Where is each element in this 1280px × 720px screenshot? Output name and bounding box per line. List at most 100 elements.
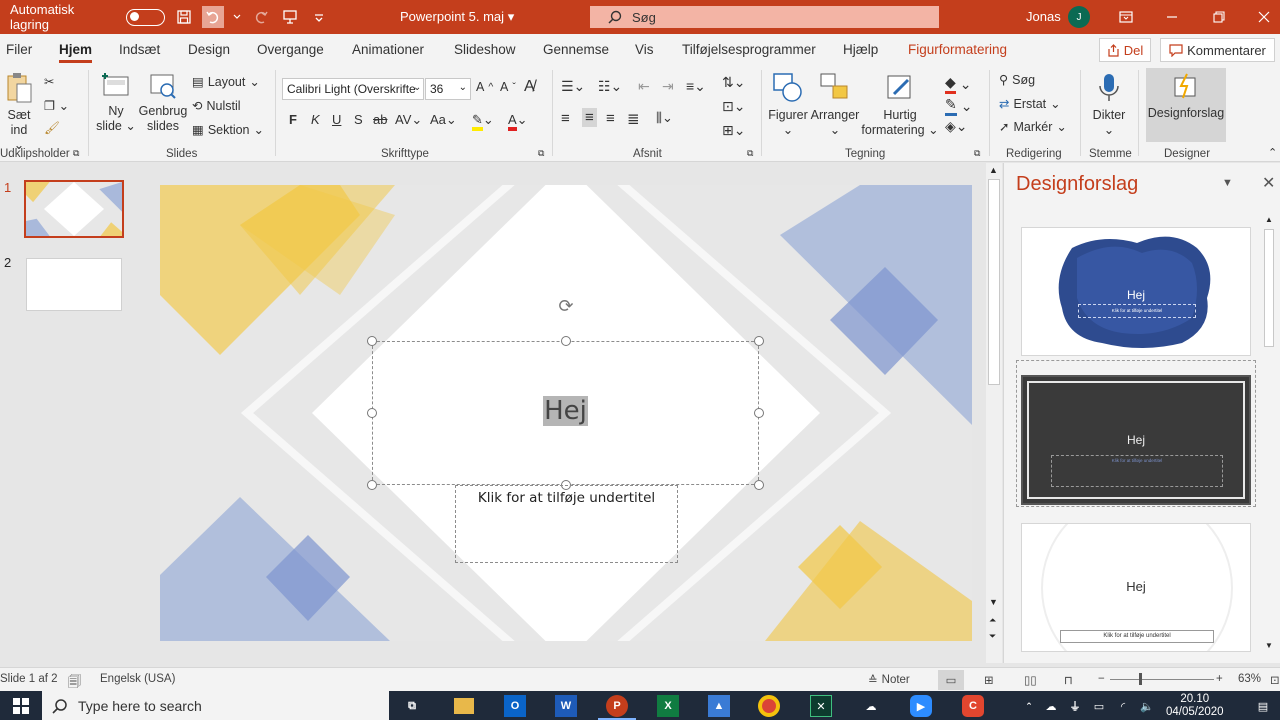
app-icon[interactable]: ☁	[860, 695, 882, 717]
section-button[interactable]: ▦ Sektion ⌄	[192, 122, 264, 138]
clock[interactable]: 20.10 04/05/2020	[1166, 693, 1224, 719]
present-from-start-icon[interactable]	[279, 6, 300, 28]
shape-outline-icon[interactable]: ✎ ⌄	[945, 96, 972, 116]
slide-thumbnail-1[interactable]	[24, 180, 124, 238]
align-text-icon[interactable]: ⊡⌄	[722, 98, 745, 115]
search-box[interactable]: Søg	[590, 6, 939, 28]
document-title[interactable]: Powerpoint 5. maj ▾	[400, 9, 514, 25]
task-view-icon[interactable]: ⧉	[401, 695, 423, 717]
undo-dropdown-icon[interactable]	[232, 6, 242, 28]
design-suggestion-2[interactable]: Hej Klik for at tilføje undertitel	[1021, 375, 1251, 505]
dialog-launcher-icon[interactable]: ⧉	[747, 148, 753, 159]
tab-view[interactable]: Vis	[635, 42, 654, 57]
clear-formatting-icon[interactable]: A̸	[524, 78, 535, 96]
slide-thumbnail-2[interactable]	[26, 258, 122, 311]
excel-icon[interactable]: X	[657, 695, 679, 717]
tab-transitions[interactable]: Overgange	[257, 42, 324, 57]
taskbar-search[interactable]: Type here to search	[42, 691, 389, 720]
resize-handle[interactable]	[367, 480, 377, 490]
rotate-handle-icon[interactable]: ⟳	[556, 296, 576, 316]
shape-effects-icon[interactable]: ◈⌄	[945, 118, 968, 135]
outlook-icon[interactable]: O	[504, 695, 526, 717]
next-slide-icon[interactable]: ⏷	[989, 631, 996, 642]
new-slide-button[interactable]: Ny slide ⌄	[96, 72, 136, 134]
tab-review[interactable]: Gennemse	[543, 42, 609, 57]
pane-options-icon[interactable]: ▼	[1222, 177, 1233, 189]
title-placeholder[interactable]: Hej	[372, 341, 759, 485]
resize-handle[interactable]	[754, 336, 764, 346]
show-hidden-icons-icon[interactable]: ⌃	[1018, 695, 1040, 717]
tab-insert[interactable]: Indsæt	[119, 42, 160, 57]
text-direction-icon[interactable]: ⇅⌄	[722, 74, 745, 91]
layout-button[interactable]: ▤ Layout ⌄	[192, 74, 260, 90]
notification-icon[interactable]: ▤	[1252, 695, 1274, 717]
close-pane-icon[interactable]: ✕	[1262, 173, 1275, 193]
decrease-indent-icon[interactable]: ⇤	[638, 78, 650, 95]
redo-icon[interactable]	[250, 6, 271, 28]
tab-shape-format[interactable]: Figurformatering	[908, 42, 1007, 57]
scroll-up-icon[interactable]: ▲	[989, 165, 998, 175]
justify-icon[interactable]: ≣	[627, 110, 640, 128]
tab-home[interactable]: Hjem	[59, 42, 93, 63]
app-icon[interactable]: ✕	[810, 695, 832, 717]
battery-icon[interactable]: ▭	[1088, 695, 1110, 717]
align-center-icon[interactable]: ≡	[582, 108, 597, 127]
find-button[interactable]: ⚲ Søg	[999, 72, 1035, 88]
design-ideas-button[interactable]: Designforslag	[1146, 68, 1226, 142]
resize-handle[interactable]	[367, 336, 377, 346]
autosave-toggle[interactable]	[126, 8, 165, 26]
arrange-button[interactable]: Arranger ⌄	[810, 72, 860, 138]
dialog-launcher-icon[interactable]: ⧉	[538, 148, 544, 159]
align-left-icon[interactable]: ≡	[561, 110, 570, 127]
increase-indent-icon[interactable]: ⇥	[662, 78, 674, 95]
undo-icon[interactable]	[202, 6, 224, 28]
minimize-icon[interactable]	[1163, 8, 1181, 26]
file-explorer-icon[interactable]	[454, 698, 474, 714]
align-right-icon[interactable]: ≡	[606, 110, 615, 127]
reading-view-icon[interactable]: ▯▯	[1024, 673, 1037, 687]
dictate-button[interactable]: Dikter ⌄	[1090, 72, 1128, 138]
zoom-out-icon[interactable]: −	[1098, 673, 1105, 685]
scroll-up-icon[interactable]: ▲	[1265, 215, 1273, 224]
slide-canvas[interactable]: Hej ⟳ Klik for at tilføje undertitel	[160, 185, 972, 641]
cut-icon[interactable]: ✂	[44, 74, 54, 89]
line-spacing-icon[interactable]: ≡⌄	[686, 78, 706, 95]
ribbon-display-options-icon[interactable]	[1117, 8, 1135, 26]
columns-icon[interactable]: ⫼⌄	[656, 110, 673, 126]
app-icon[interactable]: C	[962, 695, 984, 717]
zoom-app-icon[interactable]: ▶	[910, 695, 932, 717]
underline-button[interactable]: U	[332, 112, 341, 127]
save-icon[interactable]	[173, 6, 194, 28]
notes-button[interactable]: ≙ Noter	[868, 673, 910, 687]
scroll-down-icon[interactable]: ▼	[989, 597, 998, 607]
dialog-launcher-icon[interactable]: ⧉	[974, 148, 980, 159]
windows-start-icon[interactable]	[10, 695, 32, 717]
close-icon[interactable]	[1255, 8, 1273, 26]
tab-slideshow[interactable]: Slideshow	[454, 42, 516, 57]
font-size-select[interactable]: 36 ⌄	[425, 78, 471, 100]
normal-view-icon[interactable]: ▭	[938, 670, 964, 690]
tab-animations[interactable]: Animationer	[352, 42, 424, 57]
numbering-icon[interactable]: ☷⌄	[598, 78, 622, 95]
increase-font-size-icon[interactable]: A ^	[476, 80, 493, 94]
collapse-ribbon-icon[interactable]: ⌃	[1268, 146, 1277, 159]
smartart-icon[interactable]: ⊞⌄	[722, 122, 745, 139]
resize-handle[interactable]	[367, 408, 377, 418]
fit-to-window-icon[interactable]: ⊡	[1270, 673, 1280, 687]
select-button[interactable]: ➚ Markér ⌄	[999, 119, 1067, 135]
photos-icon[interactable]: ▲	[708, 695, 730, 717]
quick-styles-button[interactable]: Hurtig formatering ⌄	[860, 72, 940, 138]
onedrive-icon[interactable]: ☁	[1040, 695, 1062, 717]
replace-button[interactable]: ⇄ Erstat ⌄	[999, 96, 1061, 112]
bullets-icon[interactable]: ☰⌄	[561, 78, 585, 95]
shape-fill-icon[interactable]: ◆ ⌄	[945, 74, 972, 94]
slide-scrollbar[interactable]: ▲ ▼ ⏶ ⏷	[986, 163, 1002, 663]
decrease-font-size-icon[interactable]: Aˇ	[500, 80, 516, 94]
zoom-slider-thumb[interactable]	[1139, 673, 1142, 685]
strikethrough-button[interactable]: ab	[373, 112, 387, 127]
slide-sorter-icon[interactable]: ⊞	[984, 673, 994, 687]
dialog-launcher-icon[interactable]: ⧉	[73, 148, 79, 159]
zoom-in-icon[interactable]: +	[1216, 673, 1223, 685]
highlight-color-button[interactable]: ✎⌄	[472, 112, 494, 131]
font-color-button[interactable]: A⌄	[508, 112, 528, 131]
